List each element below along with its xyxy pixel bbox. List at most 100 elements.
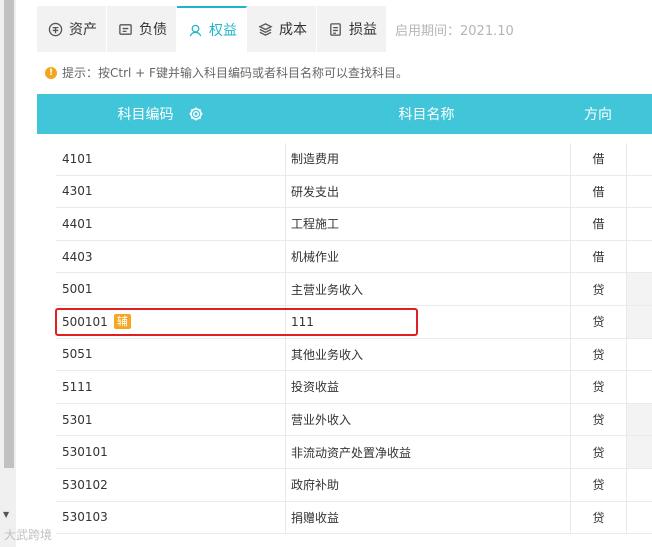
tip-text: 提示：按Ctrl + F键并输入科目编码或者科目名称可以查找科目。 [62, 66, 408, 80]
cell-direction: 贷 [570, 338, 627, 371]
cell-code: 5111 [62, 371, 284, 403]
tab-cost[interactable]: 成本 [247, 6, 317, 52]
cell-direction: 借 [570, 175, 627, 208]
cell-code: 530103 [62, 502, 284, 534]
vertical-scrollbar[interactable]: ▼ [0, 0, 16, 547]
table-row[interactable]: 530101 非流动资产处置净收益贷 [56, 436, 652, 469]
tab-profit-loss[interactable]: 损益 [317, 6, 387, 52]
asset-icon [47, 21, 63, 37]
table-row[interactable]: 4101 制造费用借 [56, 143, 652, 176]
cell-direction: 借 [570, 208, 627, 240]
table-row[interactable]: 530102 政府补助贷 [56, 468, 652, 502]
code-text: 530103 [62, 510, 108, 525]
cell-name: 营业外收入 [285, 403, 570, 436]
cell-direction: 贷 [570, 305, 627, 338]
cell-code: 4101 [62, 143, 284, 175]
tab-asset[interactable]: 资产 [37, 6, 107, 52]
table-row[interactable]: 5001 主营业务收入贷 [56, 273, 652, 306]
tab-label: 成本 [279, 22, 307, 38]
cell-extra [627, 469, 652, 501]
cell-direction: 贷 [570, 501, 627, 534]
warning-icon: ! [45, 66, 57, 79]
tab-equity[interactable]: 权益 [177, 6, 247, 52]
column-header-direction: 方向 [584, 107, 612, 123]
code-text: 4101 [62, 151, 93, 166]
cell-code: 5051 [62, 339, 284, 371]
cell-name: 捐赠收益 [285, 501, 570, 534]
table-row[interactable]: 4301 研发支出借 [56, 175, 652, 209]
cell-extra [627, 143, 652, 175]
table-row[interactable]: 530103 捐赠收益贷 [56, 501, 652, 535]
cell-name: 研发支出 [285, 175, 570, 208]
cell-direction: 贷 [570, 403, 627, 436]
liability-icon [117, 21, 133, 37]
cell-direction: 贷 [570, 273, 627, 305]
tab-label: 权益 [209, 23, 237, 39]
table-row[interactable]: 4403 机械作业借 [56, 240, 652, 274]
cell-direction: 贷 [570, 468, 627, 501]
cell-extra [627, 305, 652, 338]
cell-name: 制造费用 [285, 143, 570, 175]
cell-extra [627, 208, 652, 240]
cell-code: 530101 [62, 436, 284, 468]
cell-extra [627, 241, 652, 273]
cell-name: 工程施工 [285, 208, 570, 240]
account-subjects-panel: 资产 负债 权益 成本 损益 启用期间：2021.10 ! 提示：按Ctrl +… [37, 0, 652, 547]
highlight-box [55, 308, 418, 336]
cell-name: 机械作业 [285, 240, 570, 273]
cell-extra [627, 403, 652, 436]
code-text: 530101 [62, 445, 108, 460]
cell-extra [627, 273, 652, 305]
code-text: 4403 [62, 249, 93, 264]
cell-code: 530102 [62, 469, 284, 501]
column-header-name: 科目名称 [398, 107, 455, 123]
category-tabs: 资产 负债 权益 成本 损益 启用期间：2021.10 [37, 6, 652, 52]
cell-name: 投资收益 [285, 371, 570, 403]
cell-direction: 借 [570, 143, 627, 175]
equity-icon [187, 22, 203, 38]
cell-name: 其他业务收入 [285, 338, 570, 371]
table-header: 科目编码 科目名称 方向 [37, 94, 652, 134]
column-header-code: 科目编码 [37, 94, 284, 134]
tab-label: 损益 [349, 22, 377, 38]
gear-icon[interactable] [188, 106, 204, 122]
scroll-down-arrow-icon[interactable]: ▼ [3, 510, 9, 519]
table-body: 4101 制造费用借 4301 研发支出借 4401 工程施工借 4403 机械作业借 5001… [56, 143, 652, 535]
table-row[interactable]: 5301 营业外收入贷 [56, 403, 652, 437]
cell-extra [627, 502, 652, 534]
cell-code: 5301 [62, 404, 284, 436]
cell-name: 非流动资产处置净收益 [285, 436, 570, 468]
table-row[interactable]: 5051 其他业务收入贷 [56, 338, 652, 372]
cell-extra [627, 339, 652, 371]
cell-extra [627, 436, 652, 468]
cell-code: 5001 [62, 273, 284, 305]
cell-name: 主营业务收入 [285, 273, 570, 305]
cell-code: 4403 [62, 241, 284, 273]
tab-label: 资产 [69, 22, 97, 38]
code-text: 530102 [62, 477, 108, 492]
cell-extra [627, 371, 652, 403]
table-row[interactable]: 5111 投资收益贷 [56, 371, 652, 404]
code-text: 5001 [62, 282, 93, 297]
tab-liability[interactable]: 负债 [107, 6, 177, 52]
table-row[interactable]: 4401 工程施工借 [56, 208, 652, 241]
cost-icon [257, 21, 273, 37]
cell-direction: 贷 [570, 371, 627, 403]
tab-label: 负债 [139, 22, 167, 38]
watermark: 大武跨境 [4, 526, 52, 543]
scrollbar-thumb[interactable] [4, 0, 14, 468]
cell-code: 4401 [62, 208, 284, 240]
code-text: 5111 [62, 379, 93, 394]
cell-name: 政府补助 [285, 468, 570, 501]
cell-code: 4301 [62, 176, 284, 208]
profit-loss-icon [327, 21, 343, 37]
watermark-text: 大武跨境 [4, 528, 53, 542]
cell-direction: 借 [570, 240, 627, 273]
cell-extra [627, 176, 652, 208]
cell-direction: 贷 [570, 436, 627, 468]
code-text: 5301 [62, 412, 93, 427]
search-tip: ! 提示：按Ctrl + F键并输入科目编码或者科目名称可以查找科目。 [45, 64, 408, 81]
code-text: 4401 [62, 216, 93, 231]
code-text: 5051 [62, 347, 93, 362]
code-text: 4301 [62, 184, 93, 199]
